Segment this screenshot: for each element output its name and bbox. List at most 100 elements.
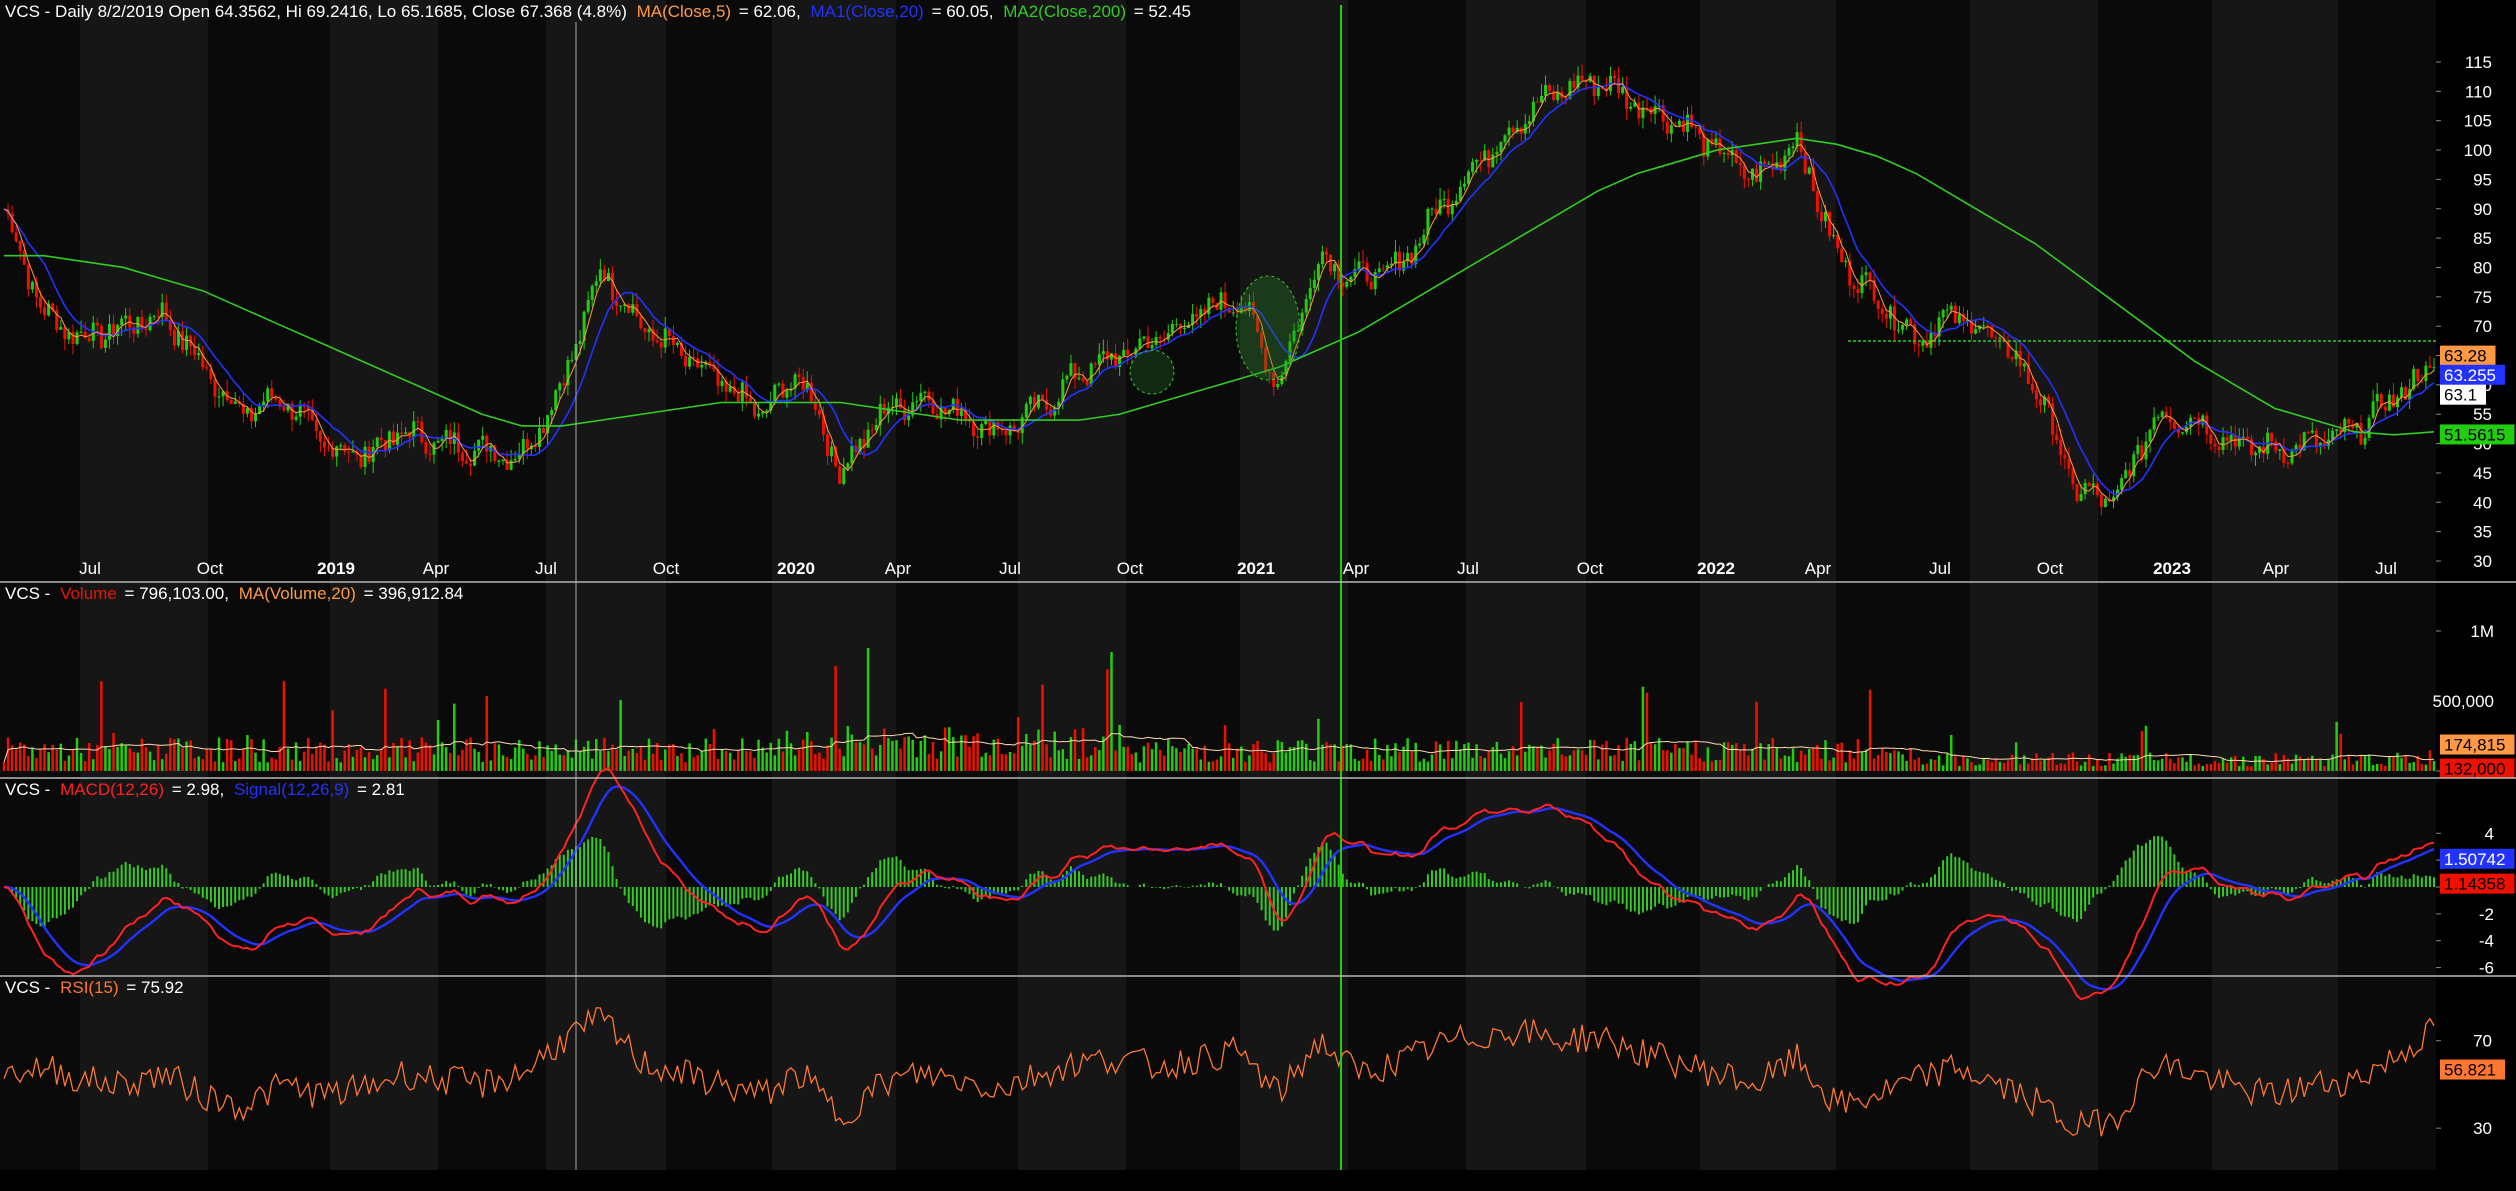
candle-body bbox=[671, 335, 675, 346]
candle-body bbox=[894, 398, 898, 407]
candle-body bbox=[1799, 132, 1803, 153]
macd-header: VCS - MACD(12,26) = 2.98, Signal(12,26,9… bbox=[5, 780, 405, 799]
candle-body bbox=[594, 281, 598, 286]
macd-tick-label: -2 bbox=[2479, 905, 2494, 924]
period-band bbox=[0, 0, 80, 581]
price-tick-label: 70 bbox=[2473, 317, 2492, 336]
candle-body bbox=[416, 421, 420, 423]
candle-body bbox=[696, 358, 700, 368]
candle-body bbox=[1097, 354, 1101, 365]
candle-body bbox=[335, 446, 339, 457]
candle-body bbox=[2209, 434, 2213, 444]
candle-body bbox=[1807, 167, 1811, 174]
candle-body bbox=[1316, 264, 1320, 280]
candle-body bbox=[1377, 268, 1381, 273]
candle-body bbox=[1418, 243, 1422, 246]
candle-body bbox=[1722, 152, 1726, 154]
candle-body bbox=[2120, 478, 2124, 490]
candle-body bbox=[1361, 261, 1365, 263]
candle-body bbox=[558, 383, 562, 391]
candle-body bbox=[720, 381, 724, 386]
candle-body bbox=[497, 460, 501, 462]
candle-body bbox=[2424, 365, 2428, 382]
candle-body bbox=[2306, 432, 2310, 434]
candle-body bbox=[2237, 437, 2241, 447]
candle-body bbox=[1345, 281, 1349, 287]
candle-body bbox=[318, 431, 322, 442]
candle-body bbox=[870, 429, 874, 431]
date-axis: Jul Oct 2019 Apr Jul Oct 2020 Apr Jul Oct 2021 Apr J… bbox=[79, 559, 2397, 578]
candle-body bbox=[2067, 458, 2071, 469]
candle-body bbox=[1114, 353, 1118, 368]
date-tick-label: Jul bbox=[79, 559, 101, 578]
candle-body bbox=[30, 282, 34, 290]
period-band bbox=[1348, 977, 1466, 1170]
badge-ma20: 63.255 bbox=[2444, 366, 2496, 385]
candle-body bbox=[753, 402, 757, 417]
candle-body bbox=[1329, 254, 1333, 272]
candle-body bbox=[1905, 319, 1909, 325]
candle-body bbox=[611, 272, 615, 301]
period-band bbox=[1240, 977, 1348, 1170]
candle-body bbox=[22, 250, 26, 265]
period-band bbox=[1970, 0, 2098, 581]
ma5-legend: MA(Close,5) bbox=[637, 2, 731, 21]
candle-body bbox=[351, 451, 355, 453]
date-tick-label: Apr bbox=[885, 559, 912, 578]
candle-body bbox=[1223, 292, 1227, 309]
period-band bbox=[1970, 779, 2098, 975]
period-band bbox=[1126, 977, 1240, 1170]
candle-body bbox=[1921, 341, 1925, 346]
candle-body bbox=[842, 468, 846, 484]
candle-body bbox=[826, 434, 830, 457]
candle-body bbox=[907, 415, 911, 421]
date-tick-label: 2019 bbox=[317, 559, 355, 578]
candle-body bbox=[1755, 168, 1759, 182]
candle-body bbox=[590, 285, 594, 300]
candle-body bbox=[412, 421, 416, 438]
period-band bbox=[1970, 977, 2098, 1170]
period-band bbox=[80, 0, 208, 581]
candle-body bbox=[627, 304, 631, 313]
price-header-ticker: VCS - Daily 8/2/2019 Open 64.3562, Hi 69… bbox=[5, 2, 627, 21]
candle-body bbox=[1142, 336, 1146, 339]
candle-body bbox=[1694, 127, 1698, 129]
candle-body bbox=[1880, 308, 1884, 314]
candle-body bbox=[525, 439, 529, 450]
candle-body bbox=[684, 355, 688, 367]
period-band bbox=[208, 977, 330, 1170]
period-band bbox=[208, 0, 330, 581]
candle-body bbox=[294, 416, 298, 420]
candle-body bbox=[2063, 455, 2067, 459]
candle-body bbox=[1953, 305, 1957, 324]
price-tick-label: 100 bbox=[2464, 141, 2492, 160]
volume-tick-label: 500,000 bbox=[2433, 692, 2494, 711]
candle-body bbox=[193, 346, 197, 356]
candle-body bbox=[59, 327, 63, 330]
date-tick-label: Apr bbox=[1343, 559, 1370, 578]
period-band bbox=[1836, 977, 1970, 1170]
badge-ma200: 51.5615 bbox=[2444, 425, 2505, 444]
candle-body bbox=[899, 398, 903, 409]
candle-body bbox=[688, 356, 692, 367]
price-tick-label: 105 bbox=[2464, 112, 2492, 131]
candle-body bbox=[1677, 120, 1681, 126]
candle-body bbox=[1308, 287, 1312, 300]
stock-chart[interactable]: VCS - Daily 8/2/2019 Open 64.3562, Hi 69… bbox=[0, 0, 2516, 1191]
date-tick-label: Oct bbox=[1577, 559, 1604, 578]
candle-body bbox=[1081, 378, 1085, 382]
candle-body bbox=[1503, 135, 1507, 142]
period-band bbox=[208, 779, 330, 975]
candle-body bbox=[959, 410, 963, 416]
candle-body bbox=[448, 429, 452, 445]
candle-body bbox=[700, 364, 704, 368]
candle-body bbox=[1357, 261, 1361, 270]
candle-body bbox=[2383, 406, 2387, 411]
rsi-tick-label: 70 bbox=[2473, 1032, 2492, 1051]
candle-body bbox=[2193, 417, 2197, 419]
candle-body bbox=[245, 408, 249, 414]
period-band bbox=[1700, 0, 1836, 581]
candle-body bbox=[404, 432, 408, 434]
candle-body bbox=[152, 316, 156, 318]
candle-body bbox=[1195, 313, 1199, 317]
